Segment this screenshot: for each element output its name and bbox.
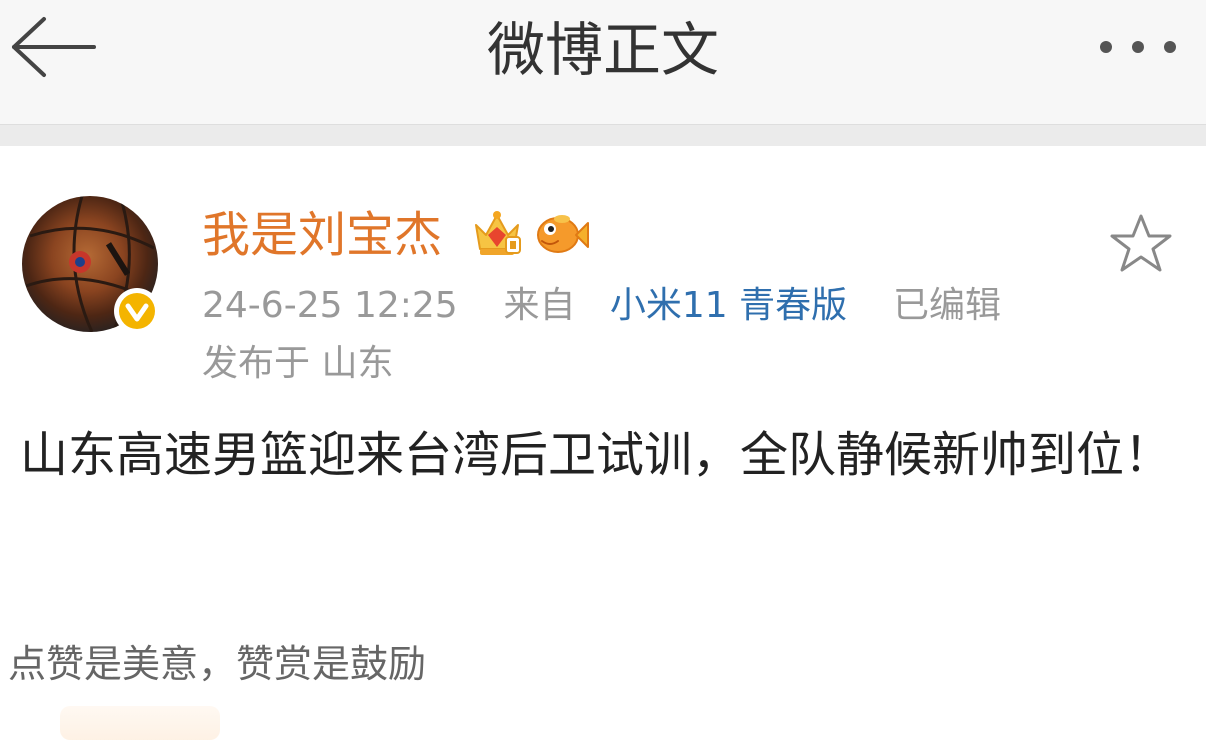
post-location: 发布于 山东 <box>202 343 394 384</box>
edited-label[interactable]: 已编辑 <box>893 285 1001 326</box>
post-meta: 24-6-25 12:25 来自 小米11 青春版 已编辑 <box>202 282 1001 330</box>
appreciation-text: 点赞是美意，赞赏是鼓励 <box>8 642 427 686</box>
verified-v-icon <box>114 288 160 334</box>
verified-badge <box>112 286 162 336</box>
page-title: 微博正文 <box>486 16 719 84</box>
fish-icon <box>534 209 590 257</box>
author-name[interactable]: 我是刘宝杰 <box>202 206 442 264</box>
more-button[interactable] <box>1094 34 1186 60</box>
top-bar: 微博正文 <box>0 0 1206 124</box>
source-prefix: 来自 <box>503 285 576 326</box>
favorite-button[interactable] <box>1108 212 1174 274</box>
more-dots-icon <box>1100 41 1176 53</box>
star-outline-icon <box>1110 214 1172 272</box>
crown-icon <box>470 207 524 259</box>
reward-area <box>60 706 220 740</box>
section-divider <box>0 124 1206 146</box>
post-timestamp: 24-6-25 12:25 <box>202 285 458 326</box>
source-link[interactable]: 小米11 青春版 <box>610 285 847 326</box>
post-body: 山东高速男篮迎来台湾后卫试训，全队静候新帅到位！ <box>20 427 1173 483</box>
